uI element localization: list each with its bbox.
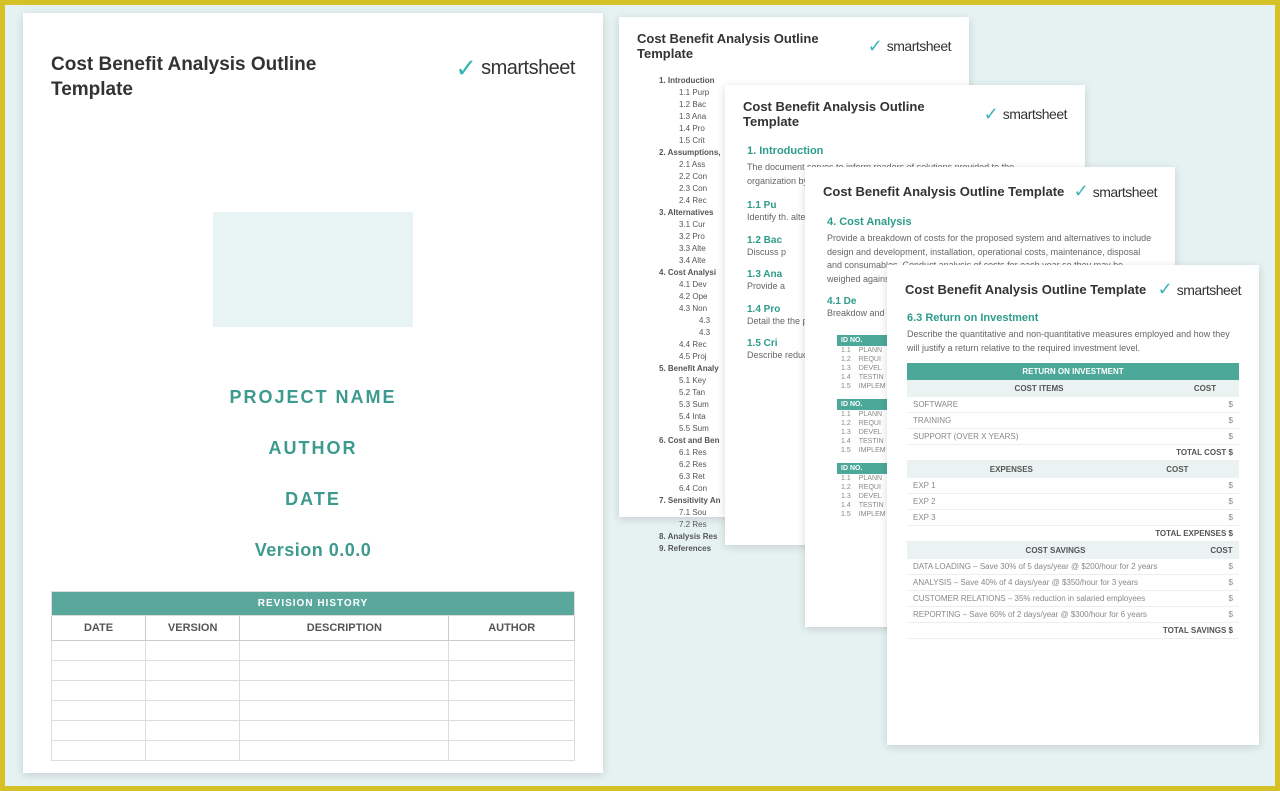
revision-row [52,641,575,661]
revision-title: REVISION HISTORY [52,592,575,616]
thumb1-header: Cost Benefit Analysis Outline Template ✓… [619,17,969,71]
roi-row: SUPPORT (OVER X YEARS)$ [907,429,1239,445]
brand-logo: ✓ smartsheet [455,53,575,84]
roi-table: COST SAVINGSCOSTDATA LOADING – Save 30% … [907,542,1239,639]
thumb4-header: Cost Benefit Analysis Outline Template ✓… [887,265,1259,310]
revision-history-table: REVISION HISTORY DATE VERSION DESCRIPTIO… [51,591,575,761]
version-field: Version 0.0.0 [51,540,575,561]
revision-header-row: DATE VERSION DESCRIPTION AUTHOR [52,616,575,641]
check-icon: ✓ [455,53,477,84]
check-icon: ✓ [984,104,999,125]
check-icon: ✓ [1074,181,1089,202]
cover-page: Cost Benefit Analysis Outline Template ✓… [23,13,603,773]
roi-row: DATA LOADING – Save 30% of 5 days/year @… [907,559,1239,575]
roi-row: ANALYSIS – Save 40% of 4 days/year @ $35… [907,575,1239,591]
revision-row [52,681,575,701]
thumb-roi: Cost Benefit Analysis Outline Template ✓… [887,265,1259,745]
revision-row [52,741,575,761]
roi-row: CUSTOMER RELATIONS – 35% reduction in sa… [907,591,1239,607]
revision-row [52,721,575,741]
check-icon: ✓ [868,36,883,57]
thumb2-header: Cost Benefit Analysis Outline Template ✓… [725,85,1085,139]
roi-row: EXP 1$ [907,478,1239,494]
company-logo-placeholder [213,212,413,327]
roi-table: EXPENSESCOSTEXP 1$EXP 2$EXP 3$TOTAL EXPE… [907,461,1239,542]
roi-content: 6.3 Return on Investment Describe the qu… [887,310,1259,641]
roi-table: RETURN ON INVESTMENTCOST ITEMSCOSTSOFTWA… [907,363,1239,461]
roi-total: TOTAL EXPENSES $ [907,526,1239,542]
template-title: Cost Benefit Analysis Outline Template [51,53,401,102]
roi-total: TOTAL SAVINGS $ [907,623,1239,639]
check-icon: ✓ [1158,279,1173,300]
revision-row [52,661,575,681]
roi-row: EXP 2$ [907,494,1239,510]
cover-header: Cost Benefit Analysis Outline Template ✓… [51,53,575,102]
date-field: DATE [51,489,575,510]
project-name: PROJECT NAME [51,387,575,408]
author-name: AUTHOR [51,438,575,459]
cover-meta: PROJECT NAME AUTHOR DATE Version 0.0.0 [51,387,575,561]
roi-row: EXP 3$ [907,510,1239,526]
roi-row: REPORTING – Save 60% of 2 days/year @ $3… [907,607,1239,623]
roi-total: TOTAL COST $ [907,445,1239,461]
revision-row [52,701,575,721]
roi-row: SOFTWARE$ [907,397,1239,413]
roi-row: TRAINING$ [907,413,1239,429]
thumb3-header: Cost Benefit Analysis Outline Template ✓… [805,167,1175,212]
brand-text: smartsheet [481,57,575,80]
